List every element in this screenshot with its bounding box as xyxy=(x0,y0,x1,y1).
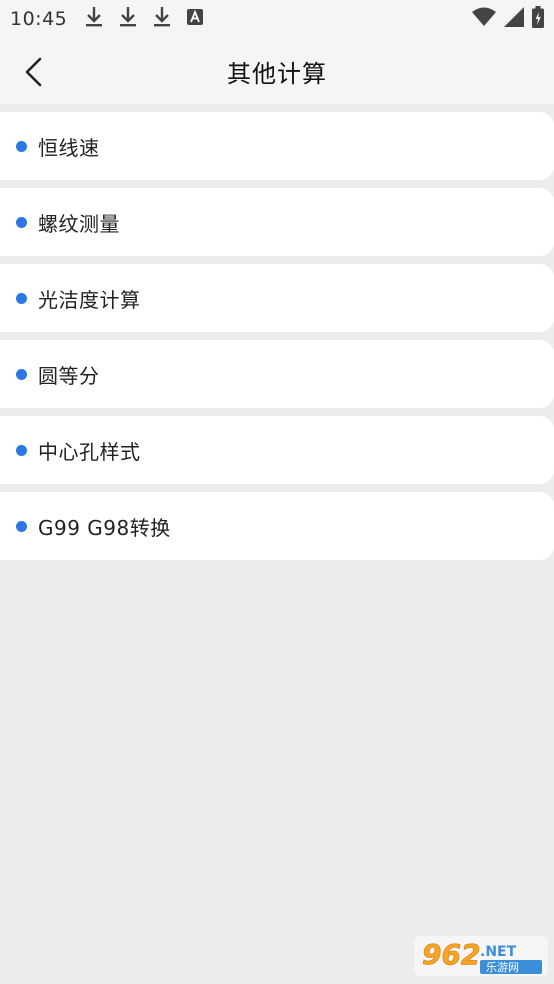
wifi-icon xyxy=(472,7,496,31)
notification-icons xyxy=(85,6,204,32)
menu-item-g99-g98-conversion[interactable]: G99 G98转换 xyxy=(0,492,554,560)
page-title: 其他计算 xyxy=(227,59,327,88)
menu-item-label: 螺纹测量 xyxy=(38,211,120,236)
watermark-logo: 962 .NET 乐游网 xyxy=(414,934,548,978)
menu-item-label: 恒线速 xyxy=(38,135,100,160)
svg-text:962: 962 xyxy=(422,938,480,971)
signal-icon xyxy=(504,7,524,31)
bullet-dot xyxy=(16,140,27,152)
status-bar: 10:45 xyxy=(0,0,554,38)
menu-item-circle-division[interactable]: 圆等分 xyxy=(0,340,554,408)
chevron-left-icon xyxy=(25,57,42,87)
menu-item-label: 光洁度计算 xyxy=(38,287,141,312)
bullet-dot xyxy=(16,444,27,456)
menu-list: 恒线速 螺纹测量 光洁度计算 圆等分 中心孔样式 G99 G98转换 xyxy=(0,112,554,568)
download-icon xyxy=(153,6,171,32)
bullet-dot xyxy=(16,520,27,532)
svg-text:.NET: .NET xyxy=(480,944,517,960)
svg-text:乐游网: 乐游网 xyxy=(486,961,519,974)
menu-item-label: G99 G98转换 xyxy=(38,515,171,540)
menu-item-label: 中心孔样式 xyxy=(38,439,141,464)
menu-item-center-hole-style[interactable]: 中心孔样式 xyxy=(0,416,554,484)
menu-item-label: 圆等分 xyxy=(38,363,100,388)
system-icons xyxy=(472,6,544,32)
back-button[interactable] xyxy=(16,54,52,90)
download-icon xyxy=(85,6,103,32)
menu-item-thread-measurement[interactable]: 螺纹测量 xyxy=(0,188,554,256)
bullet-dot xyxy=(16,216,27,228)
bullet-dot xyxy=(16,368,27,380)
font-a-icon xyxy=(187,9,204,29)
menu-item-surface-finish-calc[interactable]: 光洁度计算 xyxy=(0,264,554,332)
download-icon xyxy=(119,6,137,32)
battery-icon xyxy=(532,6,544,32)
screen: 10:45 其他计算 恒线速 螺纹测量 光洁度计算 圆等分 中心孔样式 G99 … xyxy=(0,0,554,984)
app-header: 其他计算 xyxy=(0,38,554,104)
bullet-dot xyxy=(16,292,27,304)
menu-item-constant-surface-speed[interactable]: 恒线速 xyxy=(0,112,554,180)
status-time: 10:45 xyxy=(10,8,68,30)
